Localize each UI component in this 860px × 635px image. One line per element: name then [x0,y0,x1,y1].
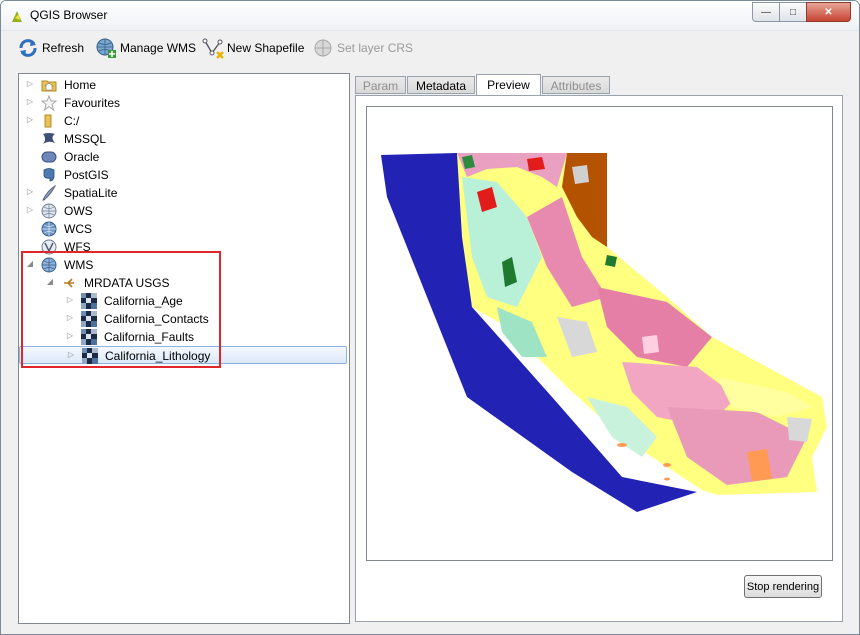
qgis-icon [12,11,22,22]
crs-globe-icon [314,39,332,57]
tree-item-label: California_Lithology [105,349,211,363]
collapse-arrow-icon[interactable]: ◢ [45,277,55,287]
tree-item-oracle[interactable]: Oracle [19,148,347,166]
tree-item-wfs[interactable]: WFS [19,238,347,256]
expand-arrow-icon[interactable]: ▷ [65,313,75,323]
tab-metadata[interactable]: Metadata [407,76,475,94]
manage-wms-label: Manage WMS [120,41,197,55]
minimize-button[interactable]: — [752,2,780,22]
title-bar: QGIS Browser — □ ✕ [1,1,859,31]
minimize-icon: — [761,6,771,18]
new-shapefile-button[interactable]: New Shapefile [202,35,304,61]
tab-preview[interactable]: Preview [476,74,541,96]
stop-rendering-button[interactable]: Stop rendering [744,575,822,598]
globe-add-icon [96,38,116,58]
tree-item-label: California_Faults [104,330,195,344]
tree-item-label: Home [64,78,97,92]
expand-arrow-icon[interactable]: ▷ [25,97,35,107]
folder-icon [44,114,52,128]
raster-layer-icon [81,293,97,309]
set-layer-crs-label: Set layer CRS [337,41,414,55]
tree-item-label: Favourites [64,96,121,110]
tree-item-california-lithology[interactable]: ▷ California_Lithology [19,346,347,364]
mssql-icon [43,133,55,144]
expand-arrow-icon[interactable]: ▷ [25,115,35,125]
tree-item-mssql[interactable]: MSSQL [19,130,347,148]
toolbar: Refresh Manage WMS New Shapefile Set lay… [1,31,859,65]
close-icon: ✕ [824,6,833,18]
tree-item-label: WMS [64,258,94,272]
tree-item-label: C:/ [64,114,80,128]
tree-item-spatialite[interactable]: ▷ SpatiaLite [19,184,347,202]
expand-arrow-icon[interactable]: ▷ [25,187,35,197]
connection-icon [64,278,74,288]
tree-item-favourites[interactable]: ▷ Favourites [19,94,347,112]
browser-tree[interactable]: ▷ Home ▷ Favourites ▷ C:/ MSSQL Oracle P… [18,73,350,624]
tree-item-wcs[interactable]: WCS [19,220,347,238]
tree-item-label: Oracle [64,150,100,164]
tree-item-california-faults[interactable]: ▷ California_Faults [19,328,347,346]
collapse-arrow-icon[interactable]: ◢ [25,259,35,269]
raster-layer-icon [81,311,97,327]
tree-item-label: MSSQL [64,132,107,146]
preview-pane: Stop rendering [355,95,843,622]
expand-arrow-icon[interactable]: ▷ [65,295,75,305]
globe-icon [41,221,57,237]
set-layer-crs-button[interactable]: Set layer CRS [312,35,413,61]
new-shapefile-icon [202,38,224,59]
tree-item-label: OWS [64,204,93,218]
close-button[interactable]: ✕ [806,2,851,22]
expand-arrow-icon[interactable]: ▷ [25,79,35,89]
tree-item-label: California_Contacts [104,312,209,326]
manage-wms-button[interactable]: Manage WMS [95,35,196,61]
star-icon [41,95,57,111]
tree-item-home[interactable]: ▷ Home [19,76,347,94]
postgis-icon [43,168,55,182]
tree-item-wms[interactable]: ◢ WMS [19,256,347,274]
spatialite-icon [42,185,57,201]
globe-icon [41,257,57,273]
tree-item-label: SpatiaLite [64,186,118,200]
refresh-button[interactable]: Refresh [17,35,84,61]
tree-item-postgis[interactable]: PostGIS [19,166,347,184]
home-folder-icon [41,80,57,92]
raster-layer-icon [82,348,98,364]
tree-item-label: MRDATA USGS [84,276,170,290]
tree-item-label: WCS [64,222,92,236]
raster-layer-icon [81,329,97,345]
maximize-button[interactable]: □ [779,2,807,22]
expand-arrow-icon[interactable]: ▷ [66,350,76,360]
map-preview[interactable] [366,106,833,561]
globe-icon [41,203,57,219]
tree-item-label: California_Age [104,294,183,308]
tab-attributes[interactable]: Attributes [542,76,610,94]
expand-arrow-icon[interactable]: ▷ [65,331,75,341]
tree-item-california-contacts[interactable]: ▷ California_Contacts [19,310,347,328]
qgis-browser-window: QGIS Browser — □ ✕ Refresh Manage WMS Ne… [0,0,860,635]
tree-item-ows[interactable]: ▷ OWS [19,202,347,220]
window-title: QGIS Browser [30,8,108,22]
expand-arrow-icon[interactable]: ▷ [25,205,35,215]
maximize-icon: □ [789,6,797,18]
oracle-icon [41,151,57,163]
tab-param[interactable]: Param [355,76,406,94]
california-lithology-map [381,153,827,512]
tree-item-c-drive[interactable]: ▷ C:/ [19,112,347,130]
refresh-label: Refresh [42,41,85,55]
globe-icon [41,239,57,255]
tree-item-mrdata-usgs[interactable]: ◢ MRDATA USGS [19,274,347,292]
tree-item-label: WFS [64,240,91,254]
tree-item-california-age[interactable]: ▷ California_Age [19,292,347,310]
new-shapefile-label: New Shapefile [227,41,305,55]
tree-item-label: PostGIS [64,168,109,182]
refresh-icon [19,39,37,57]
